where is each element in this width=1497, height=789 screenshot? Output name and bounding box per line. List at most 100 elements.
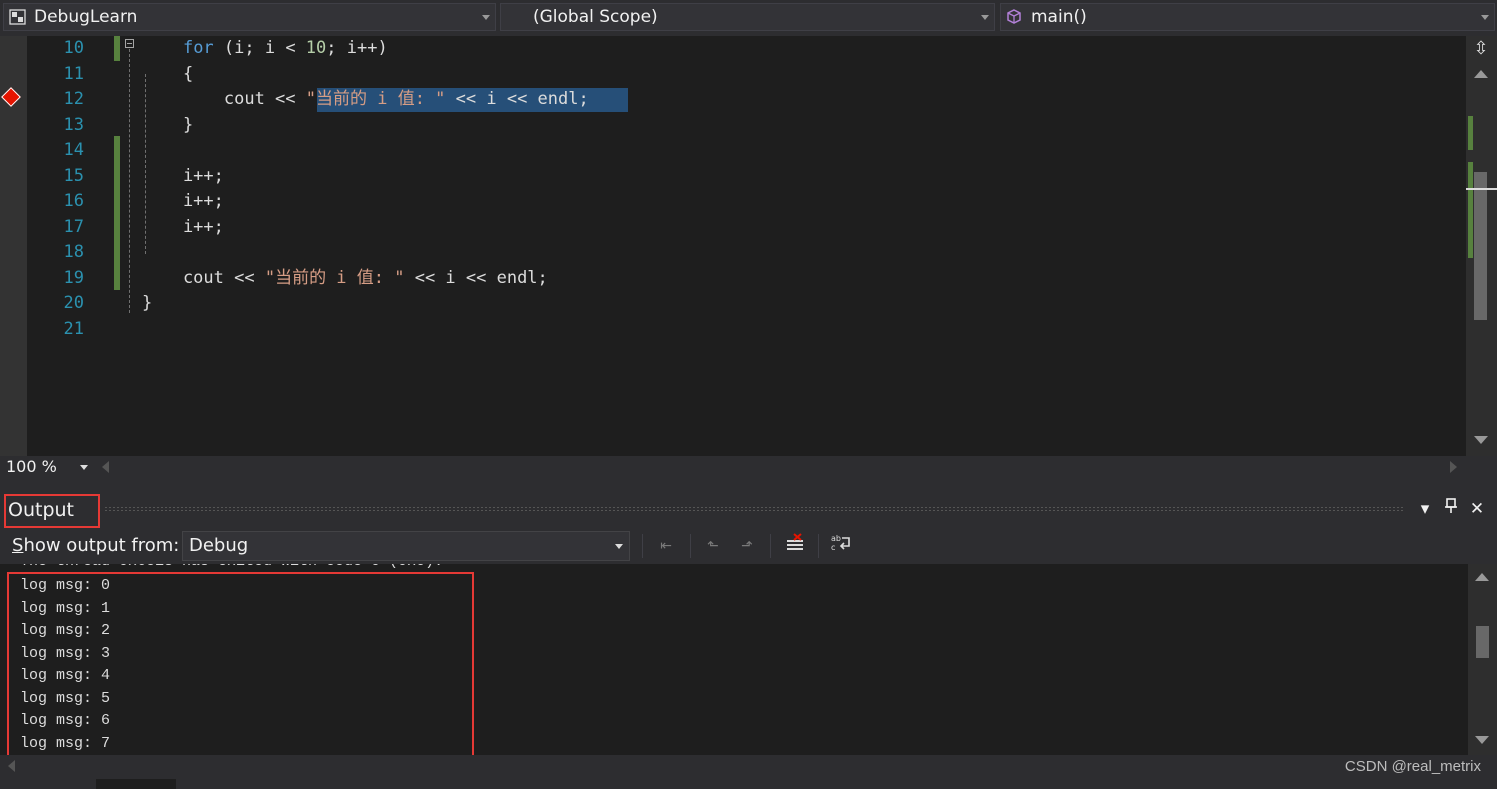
code-line[interactable]: 15 i++; [0, 164, 1466, 189]
code-text: } [142, 113, 193, 138]
project-icon [9, 9, 26, 25]
code-token: << i << endl; [404, 267, 548, 288]
code-line[interactable]: 19 cout << "当前的 i 值: " << i << endl; [0, 266, 1466, 291]
string-token: "当前的 i 值: " [305, 89, 446, 109]
line-number: 16 [63, 191, 84, 211]
scroll-right-arrow-icon[interactable] [1450, 461, 1457, 473]
scope-name: (Global Scope) [533, 7, 658, 27]
code-line[interactable]: 21 [0, 317, 1466, 342]
split-window-icon[interactable]: ⇳ [1470, 38, 1492, 60]
close-icon[interactable]: ✕ [1466, 498, 1488, 520]
breakpoint-icon[interactable] [1, 87, 21, 107]
caret-position-mark [1466, 188, 1497, 190]
code-line[interactable]: 11 { [0, 62, 1466, 87]
line-number: 21 [63, 318, 84, 339]
code-line[interactable]: 12 cout << "当前的 i 值: " << i << endl; [0, 87, 1466, 112]
output-vertical-scrollbar[interactable] [1468, 564, 1497, 755]
code-line[interactable]: 10 for (i; i < 10; i++) [0, 36, 1466, 61]
scroll-down-arrow-icon[interactable] [1474, 436, 1488, 444]
access-key-letter: S [12, 535, 24, 556]
editor-vertical-scrollbar[interactable]: ⇳ [1466, 36, 1497, 456]
code-text: } [142, 291, 152, 316]
next-message-icon[interactable]: ⬏ [734, 533, 760, 559]
toolbar-separator [818, 534, 819, 558]
code-text: i++; [142, 164, 224, 189]
tab-stub[interactable] [96, 779, 176, 789]
zoom-dropdown[interactable]: 100 % [2, 456, 92, 478]
method-cube-icon [1007, 9, 1021, 24]
code-editor[interactable]: 10 for (i; i < 10; i++) 11 {12 cout << "当… [0, 36, 1497, 456]
toolbar-separator [770, 534, 771, 558]
code-text: cout << "当前的 i 值: " << i << endl; [142, 266, 548, 291]
scroll-thumb[interactable] [1476, 626, 1489, 658]
output-source-value: Debug [189, 535, 249, 556]
string-token: "当前的 i 值: " [264, 267, 405, 288]
word-wrap-icon[interactable]: ab c [828, 533, 854, 559]
code-token: << i << endl; [445, 89, 589, 109]
output-toolbar: Show output from: Debug ⇤ ⬑ ⬏ ab c [0, 528, 1497, 564]
number-token: 10 [305, 38, 327, 58]
label-rest: how output from: [23, 535, 180, 556]
change-map-mark [1468, 162, 1473, 258]
code-token: } [142, 293, 153, 313]
code-text: i++; [142, 189, 224, 214]
scroll-thumb[interactable] [1474, 172, 1487, 320]
code-line[interactable]: 16 i++; [0, 189, 1466, 214]
panel-splitter[interactable] [0, 478, 1497, 492]
scroll-down-arrow-icon[interactable] [1475, 736, 1489, 744]
previous-message-icon[interactable]: ⬑ [700, 533, 726, 559]
scope-dropdown[interactable]: (Global Scope) [500, 3, 995, 31]
pin-glyph [1445, 498, 1457, 513]
highlight-box [4, 494, 100, 528]
window-menu-icon[interactable]: ▾ [1414, 498, 1436, 520]
code-text: i++; [142, 215, 224, 240]
code-token: } [142, 114, 194, 135]
line-number: 11 [63, 63, 84, 84]
code-text: for (i; i < 10; i++) [142, 36, 388, 61]
line-number: 10 [63, 38, 84, 58]
output-text-area[interactable]: The thread 0x6e18 has exited with code 0… [0, 564, 1468, 755]
project-name: DebugLearn [34, 7, 138, 27]
clear-all-glyph [787, 533, 803, 550]
toolbar-separator [690, 534, 691, 558]
chevron-down-icon [615, 544, 623, 549]
line-number: 19 [63, 267, 84, 288]
code-token: cout << [142, 267, 265, 288]
code-token: i++; [142, 191, 224, 211]
output-horizontal-bar: CSDN @real_metrix [0, 755, 1497, 779]
line-number: 18 [63, 242, 84, 262]
code-line[interactable]: 20} [0, 291, 1466, 316]
scroll-up-arrow-icon[interactable] [1475, 573, 1489, 581]
code-line[interactable]: 13 } [0, 113, 1466, 138]
line-number: 14 [63, 140, 84, 160]
scroll-up-arrow-icon[interactable] [1474, 70, 1488, 78]
line-number: 20 [63, 293, 84, 313]
editor-horizontal-bar: 100 % [0, 456, 1497, 478]
code-text: { [142, 62, 193, 87]
word-wrap-glyph: ab c [831, 534, 850, 552]
keyword-token: for [182, 38, 214, 58]
code-token: i++; [142, 165, 224, 186]
scroll-left-arrow-icon[interactable] [8, 760, 15, 772]
output-source-dropdown[interactable]: Debug [182, 531, 630, 561]
code-line[interactable]: 18 [0, 240, 1466, 265]
code-line[interactable]: 14 [0, 138, 1466, 163]
member-name: main() [1031, 7, 1087, 27]
line-number: 13 [63, 114, 84, 135]
clear-all-icon[interactable] [782, 533, 808, 559]
pin-icon[interactable] [1440, 498, 1462, 520]
code-token: ; i++) [326, 38, 388, 58]
member-dropdown[interactable]: main() [1000, 3, 1495, 31]
code-text: cout << "当前的 i 值: " << i << endl; [142, 87, 589, 112]
title-grip[interactable] [104, 506, 1404, 512]
chevron-down-icon [981, 15, 989, 20]
zoom-level: 100 % [6, 457, 57, 476]
code-token: cout << [142, 89, 306, 109]
code-line[interactable]: 17 i++; [0, 215, 1466, 240]
find-message-in-code-icon[interactable]: ⇤ [653, 533, 679, 559]
project-dropdown[interactable]: DebugLearn [3, 3, 496, 31]
scroll-left-arrow-icon[interactable] [102, 461, 109, 473]
collapse-icon[interactable] [125, 39, 134, 48]
navigation-bar: DebugLearn (Global Scope) main() [0, 0, 1497, 36]
